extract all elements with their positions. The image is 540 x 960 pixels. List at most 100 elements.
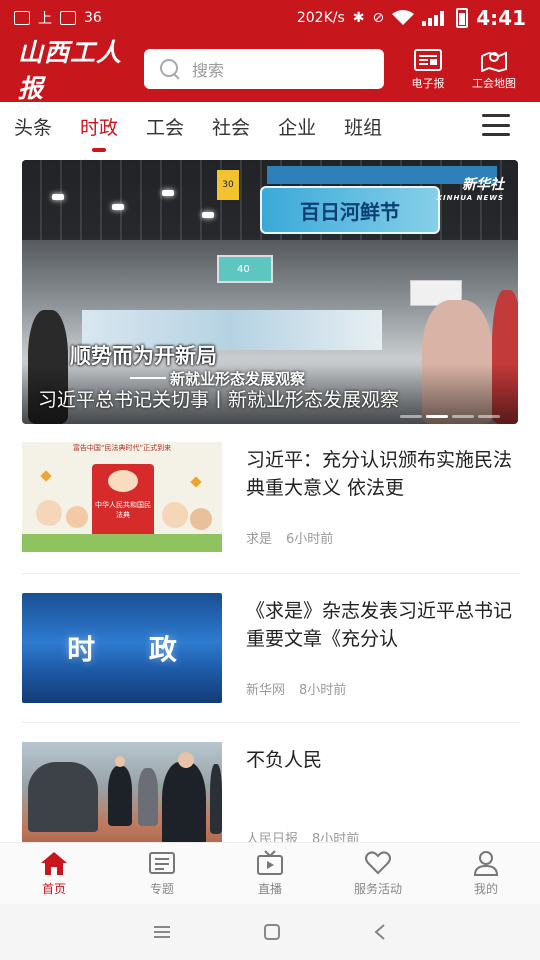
nav-profile[interactable]: 我的 (438, 850, 534, 897)
carousel-dot (400, 415, 422, 418)
tab-society[interactable]: 社会 (212, 108, 250, 148)
news-meta: 求是 6小时前 (246, 528, 333, 547)
news-item[interactable]: 不负人民 人民日报 8小时前 (22, 742, 520, 842)
gallery-notification-icon (14, 11, 30, 25)
news-item[interactable]: 时 政 《求是》杂志发表习近平总书记重要文章《充分认 新华网 8小时前 (22, 593, 520, 727)
search-placeholder: 搜索 (192, 61, 225, 80)
tab-enterprise[interactable]: 企业 (278, 108, 316, 148)
news-time: 8小时前 (299, 683, 347, 698)
book-face (108, 470, 138, 492)
photo-crowd (28, 762, 98, 832)
decor-star (190, 476, 202, 488)
status-bar: 上 36 202K/s ✱ ⊘ 4:41 (0, 0, 540, 36)
thumb-politics-label: 时 政 (67, 633, 199, 666)
thumb-poster-title: 富告中国“民法典时代”正式到来 (72, 444, 172, 452)
news-title[interactable]: 《求是》杂志发表习近平总书记重要文章《充分认 (246, 597, 518, 653)
menu-icon[interactable] (482, 114, 510, 136)
channel-tabs: 头条 时政 工会 社会 企业 班组 (0, 102, 540, 154)
banner-sign: 百日河鲜节 (260, 186, 440, 234)
news-thumbnail: 富告中国“民法典时代”正式到来 中华人民共和国民法典 (22, 442, 222, 552)
recents-menu-icon[interactable] (153, 925, 171, 939)
photo-person-head (178, 752, 194, 768)
tab-union[interactable]: 工会 (146, 108, 184, 148)
nav-profile-label: 我的 (473, 882, 498, 896)
epaper-label: 电子报 (411, 76, 445, 90)
signal-icon (422, 11, 445, 26)
tab-politics[interactable]: 时政 (80, 108, 118, 152)
home-icon (41, 852, 67, 875)
news-item[interactable]: 富告中国“民法典时代”正式到来 中华人民共和国民法典 习近平：充分认识颁布实施民… (22, 442, 520, 576)
news-thumbnail: 时 政 (22, 593, 222, 703)
xinhua-logo-en: XINHUA NEWS (436, 194, 504, 202)
status-left-number: 36 (84, 10, 102, 26)
cartoon-person (66, 506, 88, 528)
app-logo: 山西工人报 (18, 38, 123, 103)
net-speed: 202K/s (296, 10, 345, 26)
tab-team[interactable]: 班组 (344, 108, 382, 148)
news-meta: 新华网 8小时前 (246, 679, 346, 698)
nav-services-label: 服务活动 (353, 882, 402, 896)
decor-star (40, 470, 52, 482)
profile-icon (473, 851, 499, 876)
epaper-button[interactable]: 电子报 (406, 48, 450, 91)
carousel-dot-active (426, 415, 448, 418)
news-thumbnail (22, 742, 222, 842)
home-square-icon[interactable] (263, 923, 281, 941)
banner-carousel[interactable]: 30 百日河鲜节 新华社 XINHUA NEWS 40 顺势而为开新局 新就业形… (22, 160, 518, 424)
news-title[interactable]: 不负人民 (246, 746, 518, 774)
news-time: 6小时前 (286, 532, 334, 547)
news-title[interactable]: 习近平：充分认识颁布实施民法典重大意义 依法更 (246, 446, 518, 502)
union-map-button[interactable]: 工会地图 (466, 48, 522, 91)
banner-screen-number: 40 (237, 264, 250, 275)
news-source: 人民日报 (246, 832, 299, 842)
nav-topics-label: 专题 (149, 882, 174, 896)
status-left-text: 上 (38, 11, 52, 27)
system-nav-bar (0, 904, 540, 960)
cartoon-person (36, 500, 62, 526)
back-icon[interactable] (373, 923, 387, 941)
nav-topics[interactable]: 专题 (114, 850, 210, 897)
clock: 4:41 (476, 6, 526, 30)
banner-pillar-number: 30 (217, 170, 239, 200)
cartoon-person (190, 508, 212, 530)
bluetooth-icon: ✱ (352, 10, 365, 26)
photo-person-head (115, 756, 125, 767)
tab-headlines[interactable]: 头条 (14, 108, 52, 148)
live-tv-icon (257, 850, 283, 875)
carousel-dot (452, 415, 474, 418)
photo-person (108, 766, 132, 826)
app-header: 山西工人报 搜索 电子报 工会地图 (0, 36, 540, 103)
banner-lamp (52, 194, 64, 200)
bottom-nav: 首页 专题 直播 服务活动 我的 (0, 842, 540, 904)
banner-subline (130, 377, 166, 379)
xinhua-watermark: 新华社 XINHUA NEWS (437, 174, 504, 202)
banner-lamp (112, 204, 124, 210)
photo-person (210, 764, 222, 834)
heart-icon (365, 851, 391, 875)
photo-person (138, 768, 158, 826)
nav-services[interactable]: 服务活动 (330, 850, 426, 897)
nav-home[interactable]: 首页 (6, 850, 102, 897)
newspaper-icon (414, 48, 442, 71)
news-source: 求是 (246, 532, 273, 547)
wifi-icon (392, 10, 415, 25)
search-icon (160, 59, 180, 79)
union-map-label: 工会地图 (472, 76, 516, 90)
news-meta: 人民日报 8小时前 (246, 828, 359, 842)
warning-notification-icon (60, 11, 76, 25)
banner-lamp (202, 212, 214, 218)
status-right: 202K/s ✱ ⊘ 4:41 (297, 6, 526, 30)
nav-live[interactable]: 直播 (222, 850, 318, 897)
search-input[interactable]: 搜索 (144, 49, 384, 89)
news-time: 8小时前 (312, 832, 360, 842)
battery-icon (456, 8, 469, 28)
xinhua-logo-text: 新华社 (462, 177, 504, 193)
thumb-ground (22, 534, 222, 552)
thumb-book-title: 中华人民共和国民法典 (95, 501, 151, 519)
news-source: 新华网 (246, 683, 286, 698)
cartoon-person (162, 502, 188, 528)
status-left: 上 36 (14, 8, 102, 28)
banner-lamp (162, 190, 174, 196)
banner-screen: 40 (217, 255, 273, 283)
photo-person (162, 762, 206, 842)
